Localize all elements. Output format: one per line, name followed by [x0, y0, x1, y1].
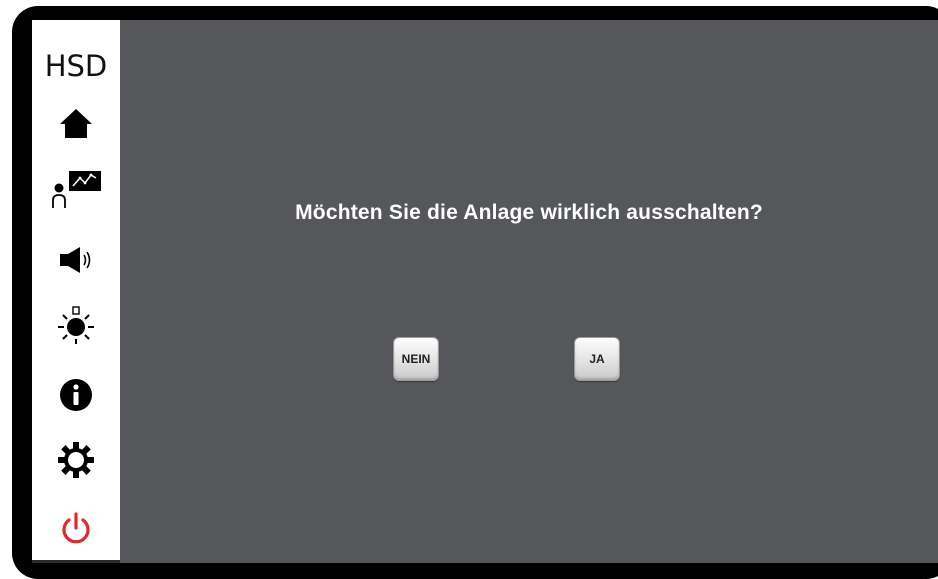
sidebar-item-user-monitor[interactable]: [46, 166, 106, 210]
sidebar-item-volume[interactable]: [46, 238, 106, 282]
main-screen: [32, 20, 938, 563]
user-chart-icon: [46, 166, 106, 210]
no-button[interactable]: NEIN: [393, 337, 439, 381]
gear-icon: [56, 440, 96, 480]
brightness-icon: [54, 303, 98, 347]
sidebar-item-brightness[interactable]: [46, 303, 106, 347]
sidebar-item-info[interactable]: [46, 373, 106, 417]
info-icon: [58, 377, 94, 413]
yes-button[interactable]: JA: [574, 337, 620, 381]
brand-logo: HSD: [44, 49, 108, 83]
confirm-message: Möchten Sie die Anlage wirklich ausschal…: [295, 201, 763, 224]
sidebar-item-power[interactable]: [46, 507, 106, 551]
sidebar-item-home[interactable]: [46, 101, 106, 145]
home-icon: [59, 107, 93, 139]
speaker-icon: [56, 245, 96, 275]
sidebar-divider: [32, 560, 120, 563]
sidebar-item-settings[interactable]: [46, 438, 106, 482]
sidebar: HSD: [32, 20, 120, 563]
power-icon: [58, 511, 94, 547]
